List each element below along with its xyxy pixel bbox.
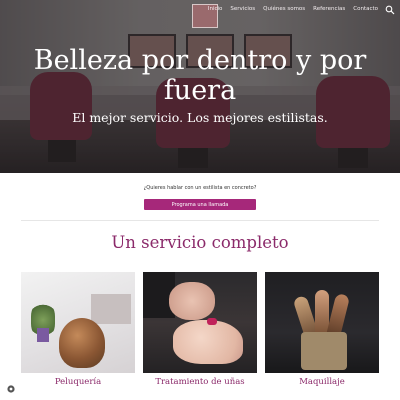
shelf-shape bbox=[91, 294, 131, 324]
search-icon[interactable] bbox=[385, 5, 395, 15]
nav-item-referencias[interactable]: Referencias bbox=[313, 6, 345, 12]
service-label-peluqueria[interactable]: Peluquería bbox=[21, 377, 135, 387]
nav-item-contacto[interactable]: Contacto bbox=[353, 6, 378, 12]
service-label-maquillaje[interactable]: Maquillaje bbox=[265, 377, 379, 387]
section-divider bbox=[21, 220, 379, 221]
hero-title: Belleza por dentro y por fuera bbox=[33, 45, 367, 106]
services-title: Un servicio completo bbox=[111, 233, 289, 252]
nail-shape bbox=[207, 318, 217, 325]
top-nav: Inicio Servicios Quiénes somos Referenci… bbox=[208, 6, 378, 12]
service-image-unas[interactable] bbox=[143, 272, 257, 373]
nav-item-inicio[interactable]: Inicio bbox=[208, 6, 223, 12]
pot-shape bbox=[37, 328, 49, 342]
schedule-call-button[interactable]: Programa una llamada bbox=[144, 199, 256, 210]
hero-banner: Inicio Servicios Quiénes somos Referenci… bbox=[0, 0, 400, 173]
hand-shape bbox=[173, 320, 243, 364]
cta-text: ¿Quieres hablar con un estilista en conc… bbox=[143, 185, 257, 191]
nav-item-servicios[interactable]: Servicios bbox=[230, 6, 255, 12]
hero-subtitle: El mejor servicio. Los mejores estilista… bbox=[72, 110, 328, 125]
service-image-peluqueria[interactable] bbox=[21, 272, 135, 373]
nav-item-quienes-somos[interactable]: Quiénes somos bbox=[263, 6, 305, 12]
service-label-unas[interactable]: Tratamiento de uñas bbox=[143, 377, 257, 387]
brush-cup-shape bbox=[301, 332, 347, 370]
hair-shape bbox=[59, 318, 105, 368]
service-image-maquillaje[interactable] bbox=[265, 272, 379, 373]
help-icon[interactable] bbox=[7, 385, 15, 393]
hand-shape bbox=[169, 282, 215, 320]
